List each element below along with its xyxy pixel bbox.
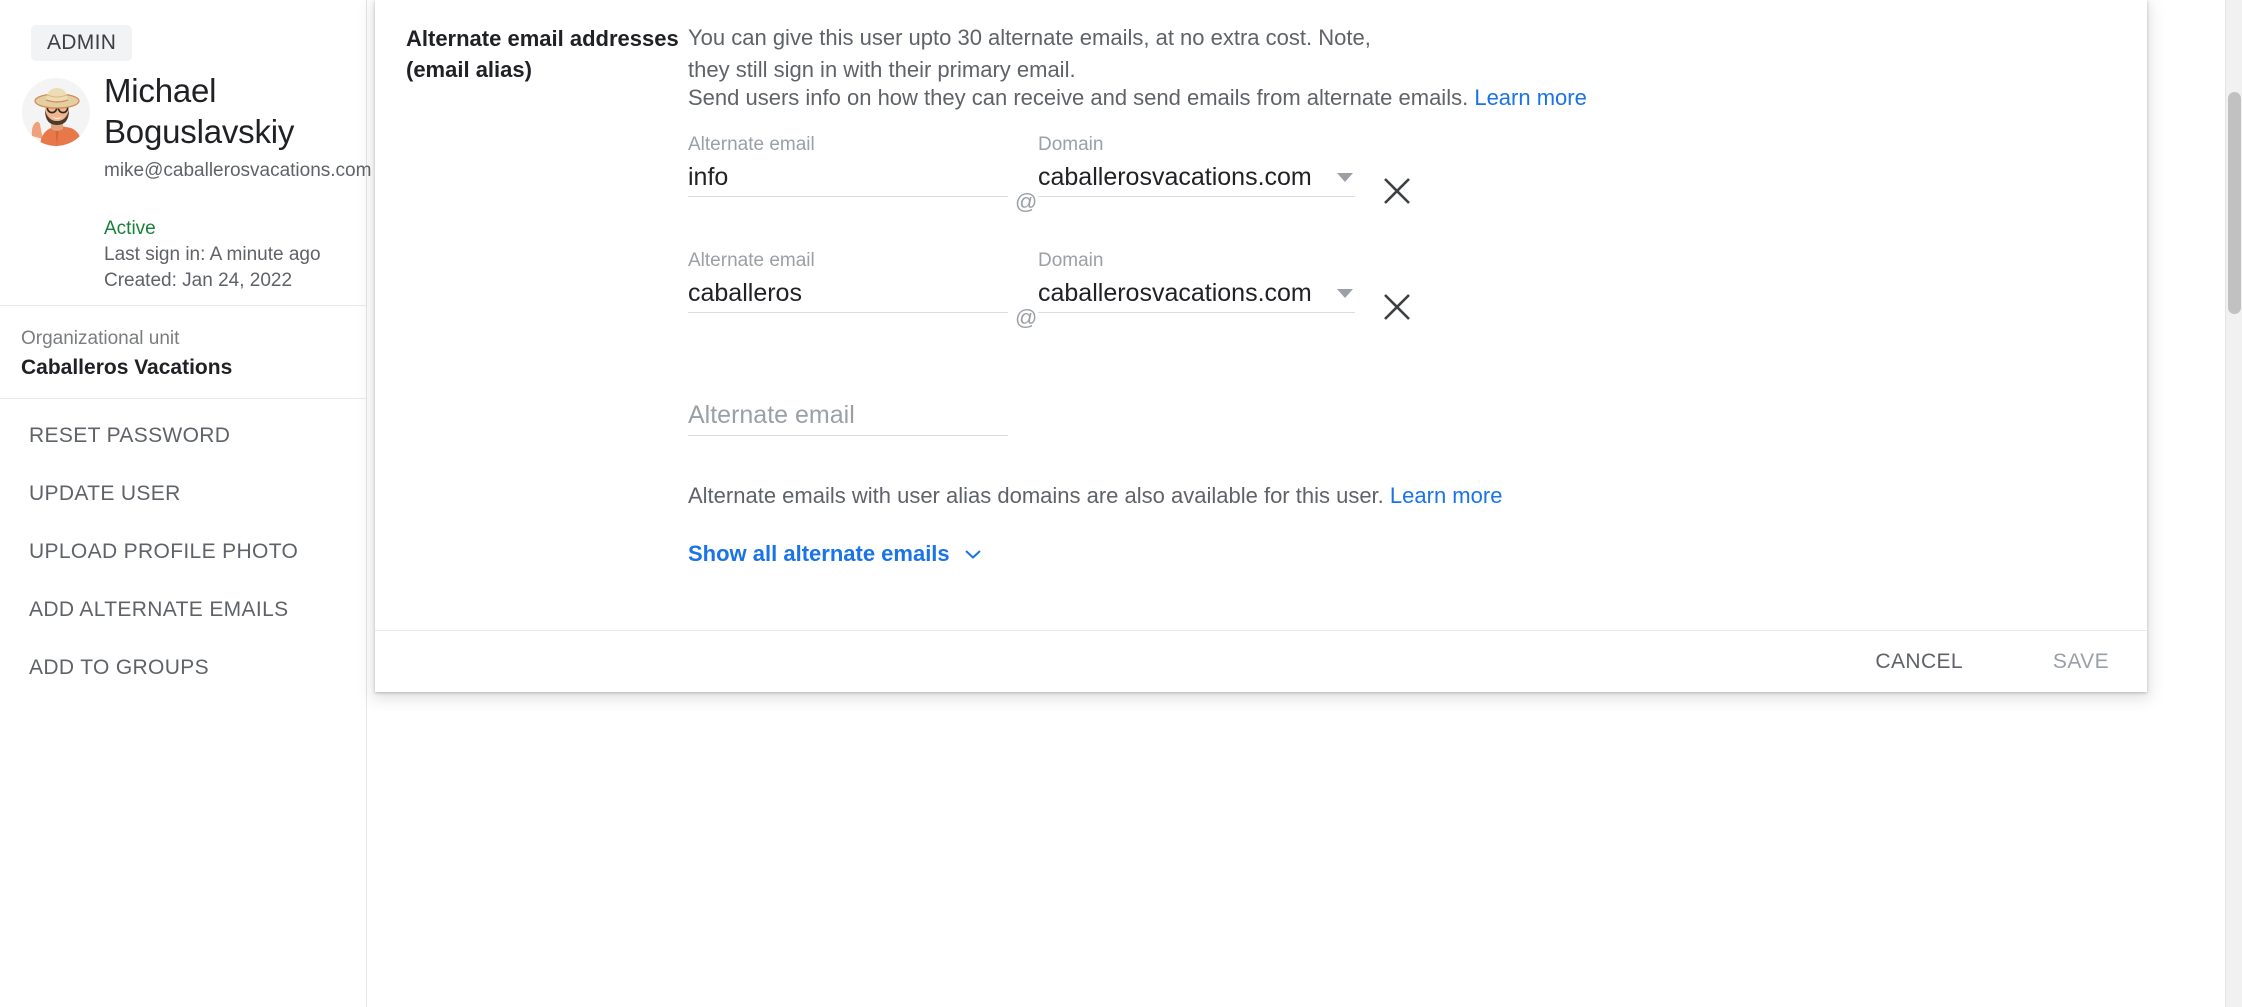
alternate-email-input-1[interactable]: caballeros [688,272,1008,313]
close-icon [1384,294,1410,320]
avatar [22,78,90,146]
dialog-footer: CANCEL SAVE [375,630,2147,692]
description-primary: You can give this user upto 30 alternate… [688,25,1371,82]
sidebar-item-add-alternate-emails[interactable]: ADD ALTERNATE EMAILS [0,581,366,639]
alternate-email-value-1: caballeros [688,279,802,307]
description-secondary: Send users info on how they can receive … [688,82,1748,114]
alternate-email-row: Alternate email caballeros @ Domain caba… [688,250,1788,340]
new-alternate-email-field[interactable]: Alternate email [688,390,1008,436]
sidebar-actions: RESET PASSWORD UPDATE USER UPLOAD PROFIL… [0,398,366,697]
user-sidebar: ADMIN Michael Boguslavskiy mike@caballer… [0,0,371,1007]
at-symbol: @ [1015,305,1038,330]
sidebar-item-upload-profile-photo[interactable]: UPLOAD PROFILE PHOTO [0,523,366,581]
created-date: Created: Jan 24, 2022 [104,270,293,291]
close-icon [1384,178,1410,204]
cancel-button[interactable]: CANCEL [1875,645,1963,679]
org-unit-value: Caballeros Vacations [21,356,233,379]
chevron-down-icon[interactable] [1337,289,1353,298]
alias-domains-note: Alternate emails with user alias domains… [688,480,1502,512]
learn-more-link-top[interactable]: Learn more [1474,85,1587,110]
user-email: mike@caballerosvacations.com [104,160,372,181]
domain-label: Domain [1038,134,1104,155]
alternate-email-label: Alternate email [688,134,815,155]
page-scrollbar[interactable] [2225,0,2242,1007]
user-summary: Michael Boguslavskiy mike@caballerosvaca… [0,70,371,291]
page-scrollbar-thumb[interactable] [2228,92,2241,314]
sidebar-item-reset-password[interactable]: RESET PASSWORD [0,407,366,465]
alternate-email-field-0[interactable]: Alternate email info [688,134,1008,197]
status-badge: Active [104,218,156,239]
domain-select-0[interactable]: caballerosvacations.com [1038,156,1355,197]
show-all-alternate-emails-button[interactable]: Show all alternate emails [688,538,982,569]
domain-value-0: caballerosvacations.com [1038,163,1312,191]
sidebar-item-update-user[interactable]: UPDATE USER [0,465,366,523]
new-alternate-email-input[interactable]: Alternate email [688,390,1008,436]
domain-select-1[interactable]: caballerosvacations.com [1038,272,1355,313]
remove-alternate-email-button-1[interactable] [1380,290,1414,324]
alternate-email-value-0: info [688,163,729,191]
divider [0,305,366,306]
user-name: Michael Boguslavskiy [104,72,295,150]
domain-value-1: caballerosvacations.com [1038,279,1312,307]
description-secondary-text: Send users info on how they can receive … [688,85,1469,110]
org-unit-label: Organizational unit [21,328,180,349]
alternate-email-row: Alternate email info @ Domain caballeros… [688,134,1788,224]
domain-field-0[interactable]: Domain caballerosvacations.com [1038,134,1355,197]
remove-alternate-email-button-0[interactable] [1380,174,1414,208]
new-alternate-email-placeholder: Alternate email [688,401,855,429]
dialog-body: Alternate email addresses (email alias) … [375,0,2147,630]
admin-badge: ADMIN [31,25,133,61]
alternate-email-field-1[interactable]: Alternate email caballeros [688,250,1008,313]
alternate-emails-dialog: Alternate email addresses (email alias) … [375,0,2147,692]
alias-domains-note-text: Alternate emails with user alias domains… [688,483,1384,508]
alternate-email-input-0[interactable]: info [688,156,1008,197]
at-symbol: @ [1015,189,1038,214]
chevron-down-icon [964,538,982,568]
section-title: Alternate email addresses (email alias) [406,26,679,82]
alternate-email-label: Alternate email [688,250,815,271]
save-button[interactable]: SAVE [2053,645,2109,679]
learn-more-link-bottom[interactable]: Learn more [1390,483,1503,508]
domain-field-1[interactable]: Domain caballerosvacations.com [1038,250,1355,313]
sidebar-item-add-to-groups[interactable]: ADD TO GROUPS [0,639,366,697]
show-all-label: Show all alternate emails [688,541,950,566]
last-sign-in: Last sign in: A minute ago [104,244,321,265]
app-root: ADMIN Michael Boguslavskiy mike@caballer… [0,0,2242,1007]
chevron-down-icon[interactable] [1337,173,1353,182]
user-avatar-sombrero-icon [22,78,90,146]
domain-label: Domain [1038,250,1104,271]
